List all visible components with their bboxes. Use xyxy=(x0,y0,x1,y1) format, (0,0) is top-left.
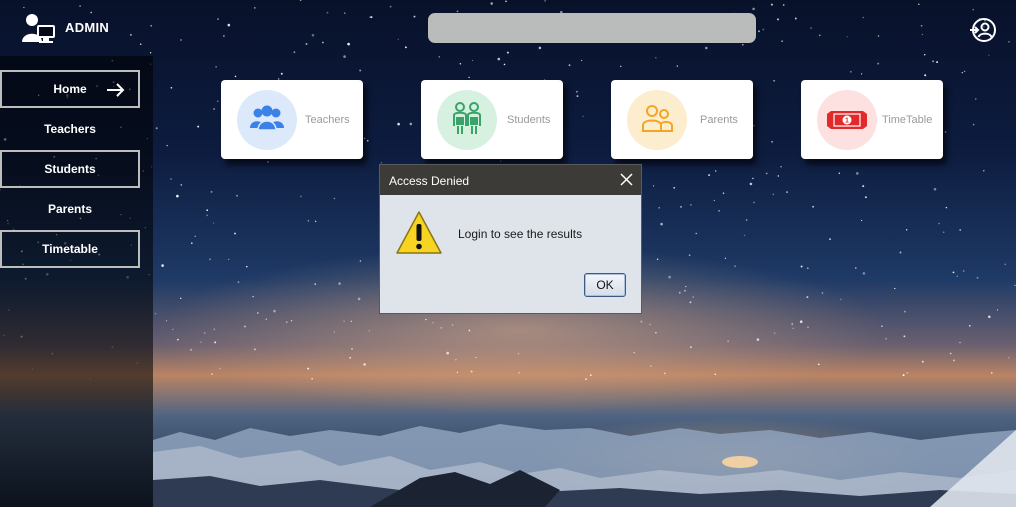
card-label: Teachers xyxy=(305,114,350,126)
sidebar-item-teachers[interactable]: Teachers xyxy=(0,110,140,148)
sidebar-item-students[interactable]: Students xyxy=(0,150,140,188)
money-icon: 1 xyxy=(827,111,867,129)
card-icon-circle: 1 xyxy=(817,90,877,150)
sidebar-item-label: Timetable xyxy=(42,242,98,256)
access-denied-dialog: Access Denied Login to see the results O… xyxy=(379,164,642,314)
card-timetable[interactable]: 1 TimeTable xyxy=(801,80,943,159)
card-parents[interactable]: Parents xyxy=(611,80,753,159)
admin-user-icon xyxy=(22,14,55,43)
header-bar: ADMIN xyxy=(0,0,1016,56)
card-label: Parents xyxy=(700,114,738,126)
dialog-message: Login to see the results xyxy=(458,227,583,241)
dialog-titlebar: Access Denied xyxy=(380,165,641,195)
card-teachers[interactable]: Teachers xyxy=(221,80,363,159)
card-icon-circle xyxy=(437,90,497,150)
sidebar-item-label: Parents xyxy=(47,202,93,216)
card-icon-circle xyxy=(627,90,687,150)
warning-icon xyxy=(396,211,442,254)
sidebar-item-label: Home xyxy=(53,82,87,96)
ok-button[interactable]: OK xyxy=(584,273,626,297)
teachers-group-icon xyxy=(250,105,284,131)
sidebar-item-timetable[interactable]: Timetable xyxy=(0,230,140,268)
students-icon xyxy=(453,102,481,134)
search-input[interactable] xyxy=(428,13,756,43)
sidebar-item-home[interactable]: Home xyxy=(0,70,140,108)
svg-text:1: 1 xyxy=(845,118,849,125)
sidebar-item-label: Students xyxy=(44,162,96,176)
parents-icon xyxy=(642,105,673,132)
admin-label: ADMIN xyxy=(65,20,110,35)
sidebar-item-label: Teachers xyxy=(44,122,96,136)
card-label: Students xyxy=(507,114,551,126)
close-icon[interactable] xyxy=(620,173,633,186)
sidebar-item-parents[interactable]: Parents xyxy=(0,190,140,228)
account-login-icon[interactable] xyxy=(969,16,997,44)
card-icon-circle xyxy=(237,90,297,150)
card-label: TimeTable xyxy=(882,114,933,126)
card-students[interactable]: Students xyxy=(421,80,563,159)
arrow-right-icon xyxy=(107,83,125,97)
dialog-title: Access Denied xyxy=(389,174,470,188)
